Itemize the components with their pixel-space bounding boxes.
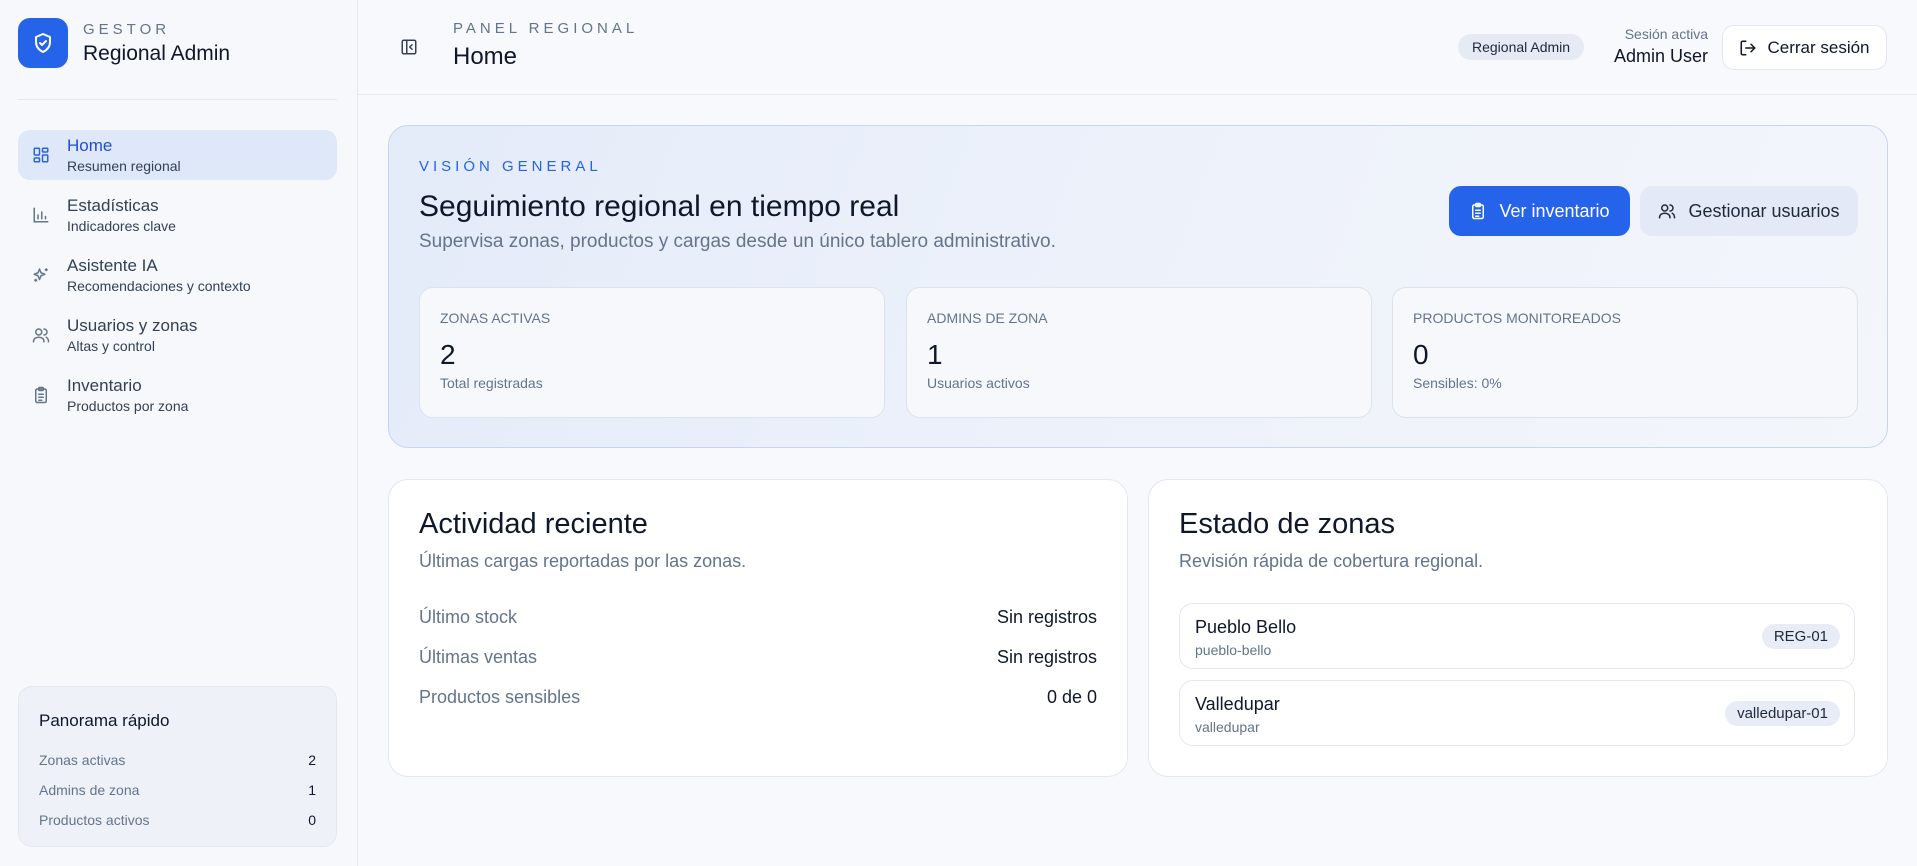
hero-kicker: VISIÓN GENERAL (419, 158, 602, 175)
activity-row: Último stock Sin registros (419, 606, 1097, 628)
quick-overview-title: Panorama rápido (39, 711, 170, 730)
activity-row: Últimas ventas Sin registros (419, 646, 1097, 668)
quick-overview-row: Zonas activas 2 (39, 745, 316, 775)
sidebar-item-home[interactable]: Home Resumen regional (18, 130, 337, 180)
manage-users-button[interactable]: Gestionar usuarios (1640, 186, 1858, 236)
sidebar-nav: Home Resumen regional Estadísticas Indic… (18, 130, 337, 430)
top-header: PANEL REGIONAL Home Regional Admin Sesió… (358, 0, 1917, 95)
quick-row-label: Admins de zona (39, 782, 140, 798)
logout-icon (1740, 40, 1756, 55)
quick-overview-row: Productos activos 0 (39, 805, 316, 835)
hero-subtitle: Supervisa zonas, productos y cargas desd… (419, 231, 1056, 252)
zone-status-card: Estado de zonas Revisión rápida de cober… (1148, 479, 1888, 777)
zone-item[interactable]: Pueblo Bello pueblo-bello REG-01 (1179, 603, 1855, 669)
bar-chart-icon (32, 206, 50, 224)
sidebar-item-sublabel: Productos por zona (67, 398, 189, 414)
manage-users-label: Gestionar usuarios (1688, 200, 1840, 221)
logout-button[interactable]: Cerrar sesión (1722, 25, 1887, 70)
session-info: Sesión activa Admin User (1614, 26, 1708, 67)
zone-name: Pueblo Bello (1195, 617, 1297, 637)
overview-hero: VISIÓN GENERAL Seguimiento regional en t… (388, 125, 1888, 448)
stat-value: 1 (927, 339, 943, 370)
stat-label: ZONAS ACTIVAS (440, 310, 551, 326)
activity-row-label: Último stock (419, 606, 518, 627)
brand-title: Regional Admin (83, 41, 231, 65)
brand: GESTOR Regional Admin (18, 18, 230, 68)
zones-subtitle: Revisión rápida de cobertura regional. (1179, 551, 1484, 571)
stat-sub: Total registradas (440, 375, 543, 391)
users-icon (32, 326, 50, 344)
sidebar-item-label: Usuarios y zonas (67, 316, 198, 335)
quick-row-label: Productos activos (39, 812, 150, 828)
activity-row: Productos sensibles 0 de 0 (419, 686, 1097, 708)
activity-row-value: Sin registros (996, 606, 1097, 627)
role-badge: Regional Admin (1458, 34, 1585, 60)
zone-slug: valledupar (1195, 719, 1260, 735)
quick-row-value: 0 (308, 812, 316, 828)
sidebar-item-inventario[interactable]: Inventario Productos por zona (18, 370, 337, 420)
sidebar: GESTOR Regional Admin Home Resumen regio… (0, 0, 358, 866)
stat-value: 0 (1413, 339, 1429, 370)
zone-item[interactable]: Valledupar valledupar valledupar-01 (1179, 680, 1855, 746)
sidebar-toggle-button[interactable] (398, 36, 420, 58)
shield-check-icon (18, 18, 68, 68)
users-icon (1659, 204, 1676, 219)
sidebar-item-label: Estadísticas (67, 196, 159, 215)
quick-overview-row: Admins de zona 1 (39, 775, 316, 805)
session-label: Sesión activa (1624, 26, 1708, 42)
zone-code-badge: REG-01 (1761, 624, 1840, 649)
clipboard-icon (32, 386, 50, 404)
sidebar-item-sublabel: Indicadores clave (67, 218, 176, 234)
view-inventory-label: Ver inventario (1499, 200, 1610, 221)
activity-row-value: Sin registros (996, 646, 1097, 667)
session-user: Admin User (1613, 46, 1708, 66)
hero-title: Seguimiento regional en tiempo real (419, 190, 900, 223)
quick-row-label: Zonas activas (39, 752, 126, 768)
stat-sub: Usuarios activos (927, 375, 1030, 391)
grid-icon (32, 146, 50, 164)
activity-row-label: Últimas ventas (419, 646, 538, 667)
quick-row-value: 1 (308, 782, 316, 798)
recent-activity-card: Actividad reciente Últimas cargas report… (388, 479, 1128, 777)
sidebar-item-label: Inventario (67, 376, 142, 395)
stat-card-admins: ADMINS DE ZONA 1 Usuarios activos (906, 287, 1372, 418)
stat-card-productos: PRODUCTOS MONITOREADOS 0 Sensibles: 0% (1392, 287, 1858, 418)
quick-row-value: 2 (308, 752, 316, 768)
sparkles-icon (32, 266, 50, 284)
header-kicker: PANEL REGIONAL (453, 20, 639, 37)
activity-title: Actividad reciente (419, 508, 648, 540)
zone-code-badge: valledupar-01 (1725, 701, 1840, 726)
stat-sub: Sensibles: 0% (1413, 375, 1502, 391)
divider (18, 99, 337, 100)
zone-name: Valledupar (1195, 694, 1280, 714)
panel-left-icon (401, 39, 417, 55)
quick-overview-panel: Panorama rápido Zonas activas 2 Admins d… (18, 686, 337, 847)
zones-title: Estado de zonas (1179, 508, 1396, 540)
activity-subtitle: Últimas cargas reportadas por las zonas. (419, 551, 747, 571)
sidebar-item-usuarios-zonas[interactable]: Usuarios y zonas Altas y control (18, 310, 337, 360)
sidebar-item-estadisticas[interactable]: Estadísticas Indicadores clave (18, 190, 337, 240)
sidebar-item-asistente-ia[interactable]: Asistente IA Recomendaciones y contexto (18, 250, 337, 300)
stat-label: ADMINS DE ZONA (927, 310, 1048, 326)
stat-label: PRODUCTOS MONITOREADOS (1413, 310, 1621, 326)
sidebar-item-sublabel: Altas y control (67, 338, 155, 354)
activity-row-value: 0 de 0 (1046, 686, 1097, 707)
clipboard-icon (1472, 202, 1485, 220)
brand-kicker: GESTOR (83, 20, 171, 38)
stat-value: 2 (440, 339, 456, 370)
sidebar-item-sublabel: Resumen regional (67, 158, 181, 174)
logout-label: Cerrar sesión (1767, 37, 1870, 57)
sidebar-item-sublabel: Recomendaciones y contexto (67, 278, 251, 294)
zone-slug: pueblo-bello (1195, 642, 1272, 658)
activity-row-label: Productos sensibles (419, 686, 581, 707)
page-title: Home (453, 43, 518, 70)
stat-card-zonas: ZONAS ACTIVAS 2 Total registradas (419, 287, 885, 418)
sidebar-item-label: Home (67, 136, 113, 155)
view-inventory-button[interactable]: Ver inventario (1449, 186, 1630, 236)
sidebar-item-label: Asistente IA (67, 256, 158, 275)
